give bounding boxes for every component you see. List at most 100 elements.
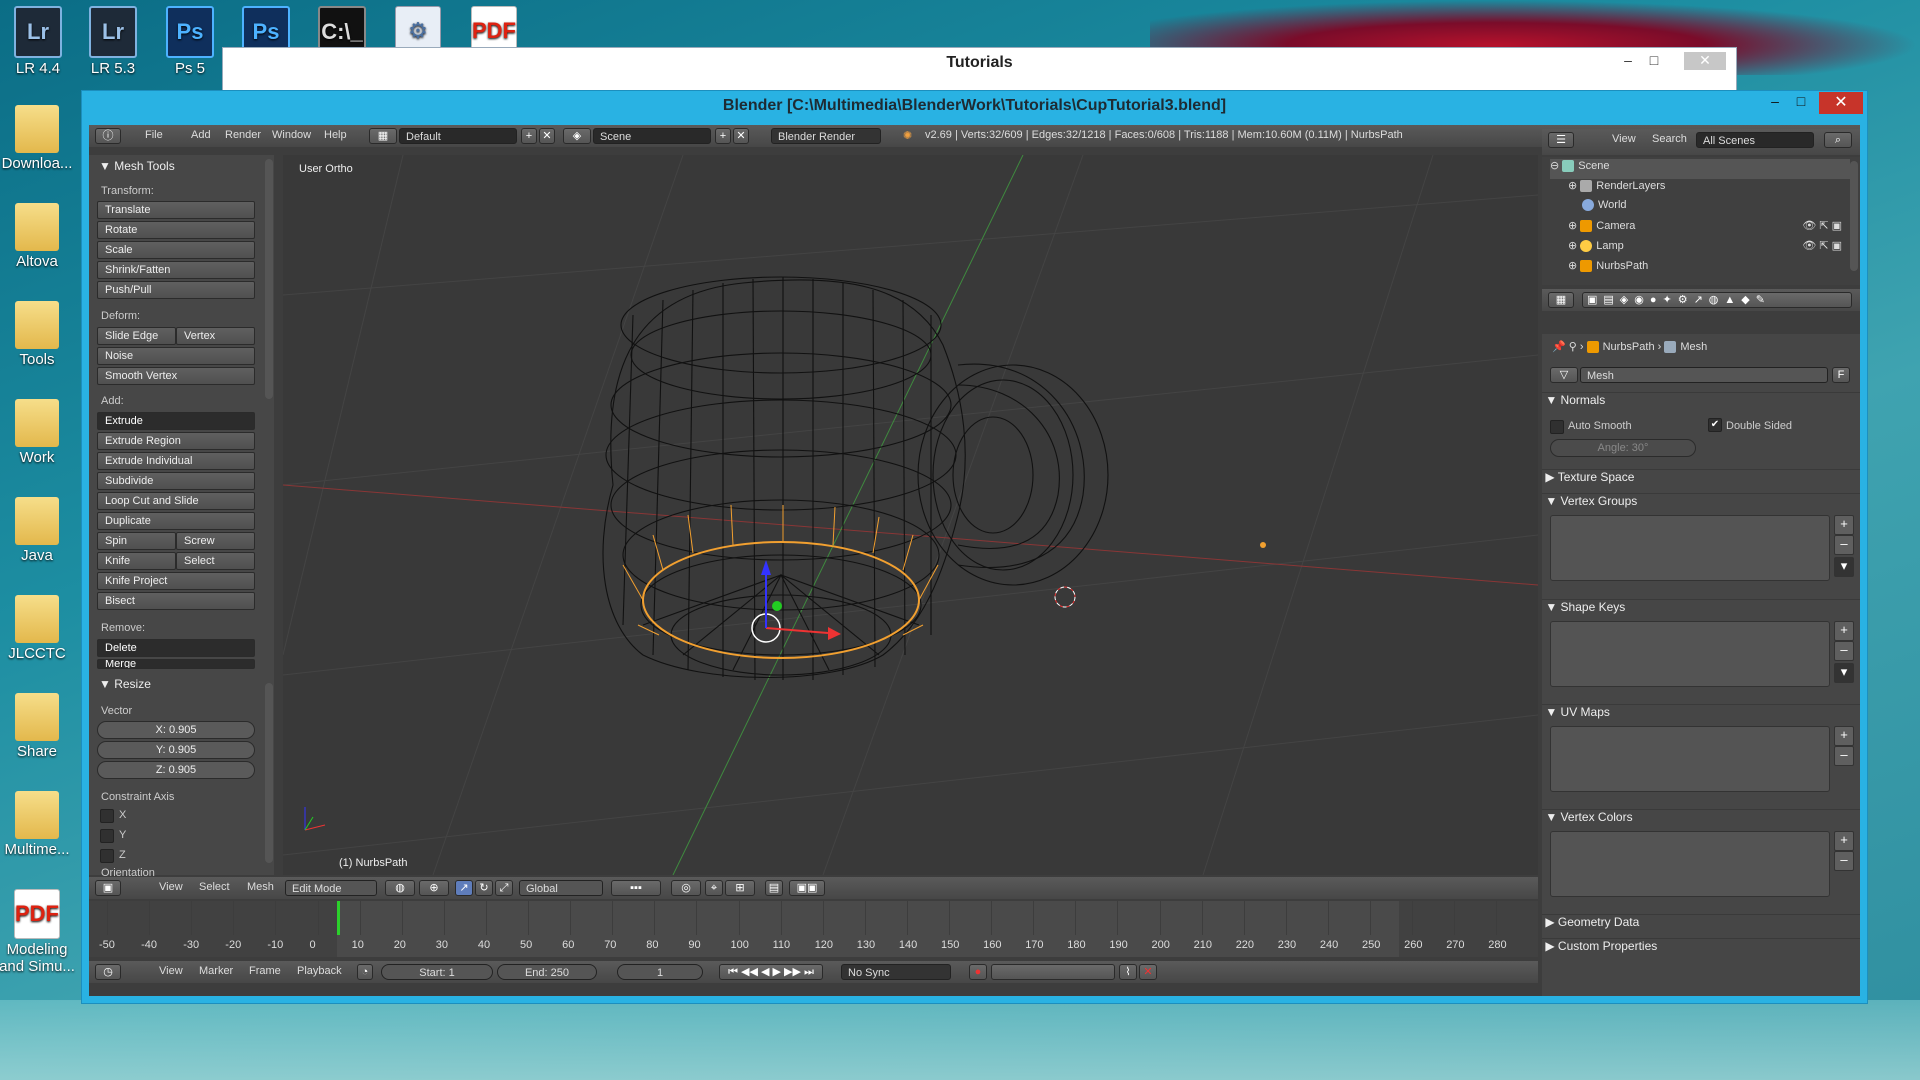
constraint-x-checkbox[interactable] <box>100 809 114 823</box>
shape-key-specials-button[interactable]: ▾ <box>1834 663 1854 683</box>
proportional-edit-icon[interactable]: ◎ <box>671 880 701 896</box>
add-uv-map-button[interactable]: + <box>1834 726 1854 746</box>
desktop-icon-ps5[interactable]: Ps Ps 5 <box>150 6 230 77</box>
current-frame-field[interactable]: 1 <box>617 964 703 980</box>
angle-field[interactable]: Angle: 30° <box>1550 439 1696 457</box>
add-layout-button[interactable]: + <box>521 128 537 144</box>
auto-smooth-checkbox[interactable] <box>1550 420 1564 434</box>
loop-cut-button[interactable]: Loop Cut and Slide <box>97 492 255 510</box>
desktop-icon-modeling[interactable]: PDF Modeling and Simu... <box>0 889 77 975</box>
extrude-region-button[interactable]: Extrude Region <box>97 432 255 450</box>
vertex-colors-panel-header[interactable]: ▼ Vertex Colors <box>1542 809 1860 832</box>
vertex-group-specials-button[interactable]: ▾ <box>1834 557 1854 577</box>
current-frame-marker[interactable] <box>337 901 340 935</box>
add-scene-button[interactable]: + <box>715 128 731 144</box>
menu-help[interactable]: Help <box>324 129 347 141</box>
scale-button[interactable]: Scale <box>97 241 255 259</box>
select-menu[interactable]: Select <box>199 881 230 893</box>
remove-scene-button[interactable]: ✕ <box>733 128 749 144</box>
view-menu[interactable]: View <box>159 881 183 893</box>
normals-panel-header[interactable]: ▼ Normals <box>1542 392 1860 415</box>
vertex-slide-button[interactable]: Vertex <box>176 327 255 345</box>
custom-properties-panel-header[interactable]: ▶ Custom Properties <box>1542 938 1860 961</box>
opengl-render-icon[interactable]: ▤ <box>765 880 783 896</box>
visibility-eye-icon[interactable]: 👁 ⇱ ▣ <box>1802 219 1842 232</box>
fake-user-button[interactable]: F <box>1832 367 1850 383</box>
shape-keys-list[interactable] <box>1550 621 1830 687</box>
desktop-icon-downloads[interactable]: Downloa... <box>0 105 77 172</box>
operator-scrollbar[interactable] <box>265 683 273 863</box>
subdivide-button[interactable]: Subdivide <box>97 472 255 490</box>
scene-field[interactable]: Scene <box>593 128 711 144</box>
minimize-button[interactable]: – <box>1763 93 1787 113</box>
outliner-row-lamp[interactable]: ⊕ Lamp 👁 ⇱ ▣ <box>1568 239 1850 259</box>
outliner-row-scene[interactable]: ⊖ Scene <box>1550 159 1850 179</box>
uv-maps-list[interactable] <box>1550 726 1830 792</box>
outliner-editor-icon[interactable]: ☰ <box>1548 132 1574 148</box>
desktop-icon-java[interactable]: Java <box>0 497 77 564</box>
snap-element-icon[interactable]: ⊞ <box>725 880 755 896</box>
keying-set-field[interactable] <box>991 964 1115 980</box>
outliner-row-world[interactable]: World <box>1582 199 1850 219</box>
mesh-data-icon[interactable]: ▽ <box>1550 367 1578 383</box>
maximize-button[interactable]: □ <box>1789 93 1813 113</box>
outliner-row-camera[interactable]: ⊕ Camera 👁 ⇱ ▣ <box>1568 219 1850 239</box>
menu-window[interactable]: Window <box>272 129 311 141</box>
sync-mode-select[interactable]: No Sync <box>841 964 951 980</box>
vertex-groups-panel-header[interactable]: ▼ Vertex Groups <box>1542 493 1860 516</box>
marker-menu[interactable]: Marker <box>199 965 233 977</box>
noise-button[interactable]: Noise <box>97 347 255 365</box>
playback-menu[interactable]: Playback <box>297 965 342 977</box>
remove-vertex-color-button[interactable]: – <box>1834 851 1854 871</box>
timeline[interactable]: -50 -40 -30 -20 -10 0 10 20 30 40 50 60 70 80 90 100 110… <box>89 901 1538 957</box>
delete-menu[interactable]: Delete <box>97 639 255 657</box>
smooth-vertex-button[interactable]: Smooth Vertex <box>97 367 255 385</box>
transform-orientation-select[interactable]: Global <box>519 880 603 896</box>
duplicate-button[interactable]: Duplicate <box>97 512 255 530</box>
desktop-icon-lr44[interactable]: Lr LR 4.4 <box>0 6 78 77</box>
insert-keyframe-icon[interactable]: ⌇ <box>1119 964 1137 980</box>
manipulator-translate-icon[interactable]: ↗ <box>455 880 473 896</box>
desktop-icon-jlcctc[interactable]: JLCCTC <box>0 595 77 662</box>
rotate-button[interactable]: Rotate <box>97 221 255 239</box>
end-frame-field[interactable]: End: 250 <box>497 964 597 980</box>
knife-select-button[interactable]: Select <box>176 552 255 570</box>
outliner-filter-select[interactable]: All Scenes <box>1696 132 1814 148</box>
close-button[interactable]: ✕ <box>1684 52 1726 70</box>
add-vertex-color-button[interactable]: + <box>1834 831 1854 851</box>
resize-x-field[interactable]: X: 0.905 <box>97 721 255 739</box>
toolshelf-scrollbar[interactable] <box>265 159 273 399</box>
delete-keyframe-icon[interactable]: ✕ <box>1139 964 1157 980</box>
screen-layout-icon[interactable]: ▦ <box>369 128 397 144</box>
render-view-icons[interactable]: ▣▣ <box>789 880 825 896</box>
blender-window[interactable]: Blender [C:\Multimedia\BlenderWork\Tutor… <box>81 90 1868 1004</box>
timeline-editor-icon[interactable]: ◷ <box>95 964 121 980</box>
remove-uv-map-button[interactable]: – <box>1834 746 1854 766</box>
add-shape-key-button[interactable]: + <box>1834 621 1854 641</box>
extrude-menu[interactable]: Extrude <box>97 412 255 430</box>
translate-button[interactable]: Translate <box>97 201 255 219</box>
minimize-button[interactable]: – <box>1616 52 1640 70</box>
record-icon[interactable]: ● <box>969 964 987 980</box>
desktop-icon-share[interactable]: Share <box>0 693 77 760</box>
playback-controls[interactable]: ⏮ ◀◀ ◀ ▶ ▶▶ ⏭ <box>719 964 823 980</box>
properties-editor-icon[interactable]: ▦ <box>1548 292 1574 308</box>
menu-render[interactable]: Render <box>225 129 261 141</box>
add-vertex-group-button[interactable]: + <box>1834 515 1854 535</box>
double-sided-checkbox[interactable]: ✔ <box>1708 418 1722 432</box>
spin-button[interactable]: Spin <box>97 532 176 550</box>
constraint-y-checkbox[interactable] <box>100 829 114 843</box>
outliner-search-menu[interactable]: Search <box>1652 133 1687 145</box>
vertex-colors-list[interactable] <box>1550 831 1830 897</box>
select-mode-icons[interactable]: ▪▪▪ <box>611 880 661 896</box>
menu-add[interactable]: Add <box>191 129 211 141</box>
resize-operator-header[interactable]: ▼ Resize <box>99 677 151 691</box>
frame-menu[interactable]: Frame <box>249 965 281 977</box>
knife-project-button[interactable]: Knife Project <box>97 572 255 590</box>
maximize-button[interactable]: □ <box>1642 52 1666 70</box>
bisect-button[interactable]: Bisect <box>97 592 255 610</box>
outliner-scrollbar[interactable] <box>1850 161 1858 271</box>
manipulator-scale-icon[interactable]: ⤢ <box>495 880 513 896</box>
resize-z-field[interactable]: Z: 0.905 <box>97 761 255 779</box>
push-pull-button[interactable]: Push/Pull <box>97 281 255 299</box>
